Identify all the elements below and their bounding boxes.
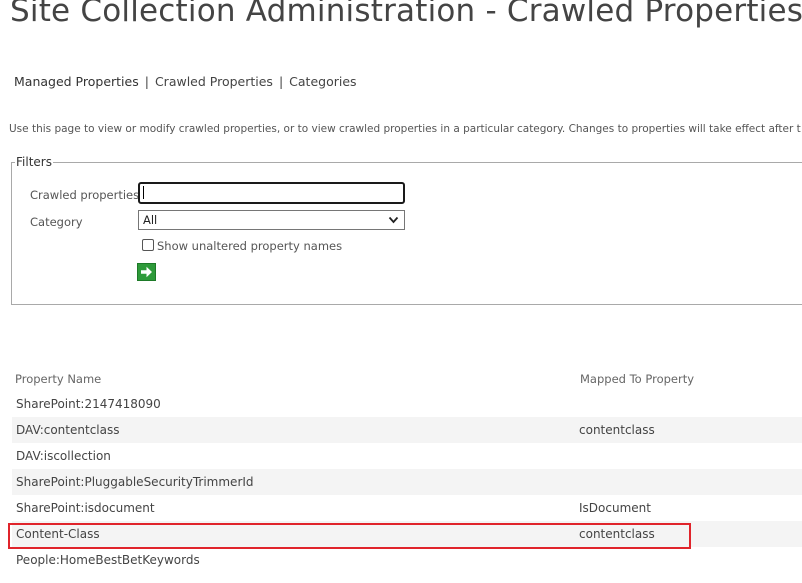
column-header-property-name[interactable]: Property Name <box>15 372 101 386</box>
chevron-down-icon <box>388 214 399 229</box>
category-label: Category <box>30 215 83 229</box>
crawled-properties-label: Crawled properties <box>30 188 140 202</box>
table-row: DAV:iscollection <box>12 443 802 469</box>
arrow-right-icon <box>138 264 155 280</box>
property-name-link[interactable]: DAV:iscollection <box>16 449 111 463</box>
show-unaltered-label: Show unaltered property names <box>157 239 343 253</box>
page-title: Site Collection Administration - Crawled… <box>10 0 802 29</box>
column-header-mapped-to[interactable]: Mapped To Property <box>580 372 694 386</box>
nav-separator: | <box>144 74 149 89</box>
category-select[interactable]: All <box>138 210 405 230</box>
page-description: Use this page to view or modify crawled … <box>9 123 801 135</box>
table-row: SharePoint:2147418090 <box>12 391 802 417</box>
filters-group: Filters <box>11 155 802 305</box>
text-caret <box>143 186 144 199</box>
property-name-link[interactable]: SharePoint:2147418090 <box>16 397 161 411</box>
nav-separator: | <box>278 74 284 89</box>
nav-managed-properties[interactable]: Managed Properties <box>14 74 139 89</box>
table-row: DAV:contentclass contentclass <box>12 417 802 443</box>
category-selected-value: All <box>143 213 158 227</box>
property-name-link[interactable]: SharePoint:isdocument <box>16 501 155 515</box>
highlight-annotation-box <box>8 523 691 549</box>
mapped-property: IsDocument <box>579 501 651 515</box>
property-name-link[interactable]: SharePoint:PluggableSecurityTrimmerId <box>16 475 254 489</box>
property-name-link[interactable]: People:HomeBestBetKeywords <box>16 553 200 567</box>
go-button[interactable] <box>137 263 156 281</box>
nav-links: Managed Properties | Crawled Properties | Ca… <box>14 74 357 89</box>
mapped-property: contentclass <box>579 423 655 437</box>
crawled-properties-input[interactable] <box>138 182 405 204</box>
table-row: People:HomeBestBetKeywords <box>12 547 802 573</box>
property-name-link[interactable]: DAV:contentclass <box>16 423 119 437</box>
nav-categories[interactable]: Categories <box>289 74 356 89</box>
table-row: SharePoint:isdocument IsDocument <box>12 495 802 521</box>
show-unaltered-checkbox[interactable] <box>142 239 154 251</box>
nav-crawled-properties[interactable]: Crawled Properties <box>155 74 273 89</box>
table-row: SharePoint:PluggableSecurityTrimmerId <box>12 469 802 495</box>
filters-legend: Filters <box>16 155 52 169</box>
